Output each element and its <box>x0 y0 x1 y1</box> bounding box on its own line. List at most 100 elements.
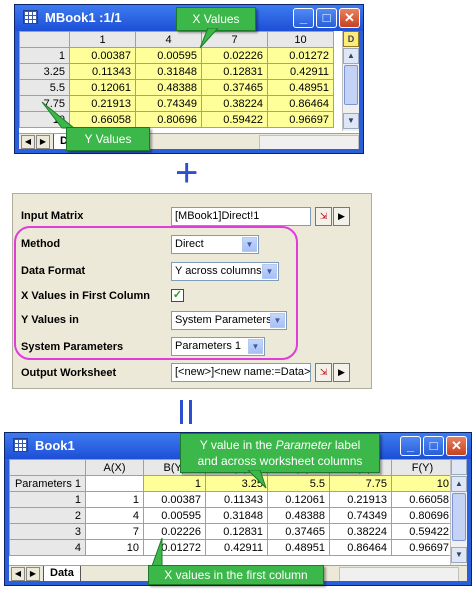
matrix-cell[interactable]: 0.96697 <box>267 111 334 128</box>
column-header[interactable]: A(X) <box>85 459 144 476</box>
sheet-next-icon[interactable]: ▶ <box>26 567 40 581</box>
maximize-button[interactable]: □ <box>423 436 444 456</box>
parameter-callout-line1: Y value in the Parameter label <box>181 437 379 453</box>
column-header[interactable] <box>9 459 86 476</box>
matrix-cell[interactable]: 0.00387 <box>69 47 136 64</box>
input-matrix-picker-button[interactable]: ⇲ <box>315 207 332 226</box>
parameter-cell[interactable]: 7.75 <box>329 475 392 492</box>
worksheet-cell[interactable]: 0.31848 <box>205 507 268 524</box>
matrix-cell[interactable]: 0.48388 <box>135 79 202 96</box>
close-button[interactable]: ✕ <box>446 436 467 456</box>
output-worksheet-field[interactable]: [<new>]<new name:=Data> <box>171 363 311 382</box>
worksheet-cell[interactable]: 0.80696 <box>391 507 454 524</box>
scroll-up-arrow-icon[interactable]: ▲ <box>451 476 467 492</box>
worksheet-cell[interactable]: 10 <box>85 539 144 556</box>
worksheet-cell[interactable]: 0.11343 <box>205 491 268 508</box>
row-header[interactable]: 3 <box>9 523 86 540</box>
worksheet-cell[interactable]: 0.96697 <box>391 539 454 556</box>
sheet-prev-icon[interactable]: ◀ <box>21 135 35 149</box>
book-grid[interactable]: A(X)B(Y)C(Y)D(Y)E(Y)F(Y)Parameters 113.2… <box>9 459 454 556</box>
first-column-callout: X values in the first column <box>148 565 324 585</box>
row-header[interactable]: 1 <box>19 47 70 64</box>
worksheet-cell[interactable]: 0.48951 <box>267 539 330 556</box>
parameter-callout-line2: and across worksheet columns <box>197 454 363 468</box>
table-row: 3 7 0.02226 0.12831 0.37465 0.38224 0.59422 <box>9 523 454 540</box>
matrix-vertical-scrollbar[interactable]: D ▲ ▼ <box>342 31 359 131</box>
worksheet-cell[interactable]: 0.48388 <box>267 507 330 524</box>
book-vertical-scrollbar[interactable]: ▲ ▼ <box>450 459 467 565</box>
worksheet-cell[interactable]: 7 <box>85 523 144 540</box>
parameter-cell[interactable]: 10 <box>391 475 454 492</box>
scroll-up-icon[interactable]: D <box>343 31 359 47</box>
worksheet-cell[interactable]: 0.38224 <box>329 523 392 540</box>
worksheet-cell[interactable]: 1 <box>85 491 144 508</box>
output-worksheet-picker-button[interactable]: ⇲ <box>315 363 332 382</box>
minimize-button[interactable]: _ <box>293 8 314 28</box>
parameter-callout-pointer <box>247 470 267 489</box>
worksheet-cell[interactable]: 0.00595 <box>143 507 206 524</box>
sheet-prev-icon[interactable]: ◀ <box>11 567 25 581</box>
output-worksheet-label: Output Worksheet <box>21 367 117 379</box>
worksheet-cell[interactable]: 0.12061 <box>267 491 330 508</box>
matrix-cell[interactable]: 0.80696 <box>135 111 202 128</box>
worksheet-cell[interactable]: 0.42911 <box>205 539 268 556</box>
scroll-thumb[interactable] <box>344 65 358 105</box>
table-row: 5.5 0.12061 0.48388 0.37465 0.48951 <box>19 79 334 96</box>
matrix-cell[interactable]: 0.00595 <box>135 47 202 64</box>
scroll-down-arrow-icon[interactable]: ▼ <box>343 113 359 129</box>
worksheet-cell[interactable]: 0.00387 <box>143 491 206 508</box>
parameter-cell[interactable]: 1 <box>143 475 206 492</box>
matrix-cell[interactable]: 0.01272 <box>267 47 334 64</box>
matrix-cell[interactable]: 0.48951 <box>267 79 334 96</box>
matrix-cell[interactable]: 0.59422 <box>201 111 268 128</box>
matrix-cell[interactable]: 0.74349 <box>135 95 202 112</box>
row-header[interactable]: 5.5 <box>19 79 70 96</box>
scroll-up-arrow-icon[interactable]: ▲ <box>343 48 359 64</box>
column-header[interactable]: 1 <box>69 31 136 48</box>
x-values-callout-text: X Values <box>192 12 240 26</box>
matrix-cell[interactable]: 0.38224 <box>201 95 268 112</box>
worksheet-cell[interactable]: 0.59422 <box>391 523 454 540</box>
parameter-cell[interactable]: 5.5 <box>267 475 330 492</box>
worksheet-cell[interactable]: 0.74349 <box>329 507 392 524</box>
close-button[interactable]: ✕ <box>339 8 360 28</box>
table-row: 3.25 0.11343 0.31848 0.12831 0.42911 <box>19 63 334 80</box>
worksheet-cell[interactable]: 0.37465 <box>267 523 330 540</box>
column-header[interactable]: F(Y) <box>391 459 454 476</box>
input-matrix-field[interactable]: [MBook1]Direct!1 <box>171 207 311 226</box>
matrix-cell[interactable]: 0.11343 <box>69 63 136 80</box>
matrix-app-icon <box>23 10 38 24</box>
output-worksheet-menu-button[interactable]: ▶ <box>333 363 350 382</box>
row-header[interactable]: 2 <box>9 507 86 524</box>
matrix-cell[interactable]: 0.12831 <box>201 63 268 80</box>
matrix-cell[interactable]: 0.12061 <box>69 79 136 96</box>
row-header[interactable]: 1 <box>9 491 86 508</box>
matrix-cell[interactable]: 0.37465 <box>201 79 268 96</box>
column-header[interactable] <box>19 31 70 48</box>
minimize-button[interactable]: _ <box>400 436 421 456</box>
worksheet-cell[interactable]: 4 <box>85 507 144 524</box>
matrix-cell[interactable]: 0.42911 <box>267 63 334 80</box>
column-header[interactable]: 4 <box>135 31 202 48</box>
scroll-down-arrow-icon[interactable]: ▼ <box>451 547 467 563</box>
book-horizontal-scrollbar[interactable] <box>339 567 459 581</box>
book-sheet-tab[interactable]: Data <box>43 566 81 581</box>
worksheet-cell[interactable]: 0.21913 <box>329 491 392 508</box>
worksheet-cell[interactable]: 0.86464 <box>329 539 392 556</box>
sheet-next-icon[interactable]: ▶ <box>36 135 50 149</box>
row-header[interactable]: 3.25 <box>19 63 70 80</box>
maximize-button[interactable]: □ <box>316 8 337 28</box>
matrix-cell[interactable]: 0.31848 <box>135 63 202 80</box>
matrix-cell[interactable]: 0.86464 <box>267 95 334 112</box>
worksheet-cell[interactable]: 0.66058 <box>391 491 454 508</box>
scroll-thumb[interactable] <box>452 493 466 541</box>
worksheet-cell[interactable]: 0.12831 <box>205 523 268 540</box>
row-header[interactable]: Parameters 1 <box>9 475 86 492</box>
equals-sign-left-bar <box>180 400 183 424</box>
matrix-horizontal-scrollbar[interactable] <box>259 135 359 149</box>
parameter-callout-text-b: Parameter <box>275 438 332 452</box>
input-matrix-menu-button[interactable]: ▶ <box>333 207 350 226</box>
row-header[interactable]: 4 <box>9 539 86 556</box>
parameter-cell[interactable] <box>85 475 144 492</box>
column-header[interactable]: 10 <box>267 31 334 48</box>
